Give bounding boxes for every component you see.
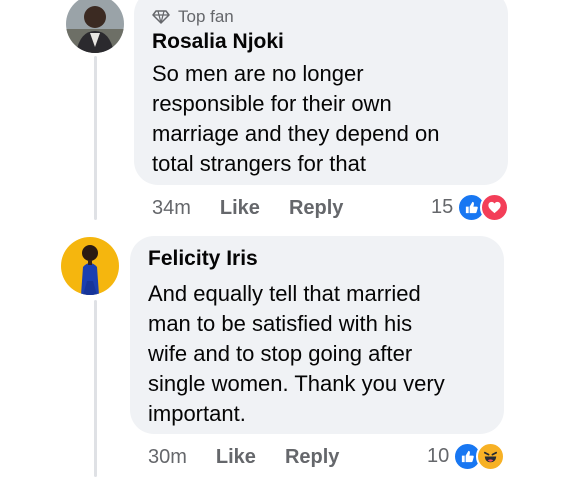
thread-line-bottom (94, 300, 97, 477)
badge-label: Top fan (178, 7, 234, 26)
comment-actions: 34m Like Reply (152, 197, 372, 220)
top-fan-badge[interactable]: Top fan (152, 7, 234, 27)
reaction-summary[interactable]: 10 (427, 442, 506, 471)
reply-button[interactable]: Reply (285, 446, 339, 469)
like-button[interactable]: Like (216, 446, 256, 469)
diamond-icon (152, 10, 170, 24)
comment-bubble: Felicity Iris And equally tell that marr… (130, 236, 504, 434)
thread-line-top (94, 56, 97, 220)
avatar-photo (61, 237, 119, 295)
comment-timestamp[interactable]: 30m (148, 446, 187, 469)
comment-author[interactable]: Rosalia Njoki (152, 30, 284, 54)
comment-timestamp[interactable]: 34m (152, 197, 191, 220)
love-icon (480, 193, 510, 222)
reaction-count: 15 (431, 196, 454, 218)
reply-button[interactable]: Reply (289, 197, 343, 220)
like-button[interactable]: Like (220, 197, 260, 220)
avatar[interactable] (66, 0, 124, 53)
comment-text: And equally tell that married man to be … (148, 281, 445, 426)
comment-author[interactable]: Felicity Iris (148, 247, 258, 271)
comment-bubble: Top fan Rosalia Njoki So men are no long… (134, 0, 508, 185)
reaction-summary[interactable]: 15 (431, 193, 510, 222)
avatar[interactable] (61, 237, 119, 295)
avatar-photo (66, 0, 124, 53)
haha-icon (476, 442, 506, 471)
comment-actions: 30m Like Reply (148, 446, 368, 469)
comment-text: So men are no longer responsible for the… (152, 61, 440, 176)
reaction-count: 10 (427, 445, 450, 467)
